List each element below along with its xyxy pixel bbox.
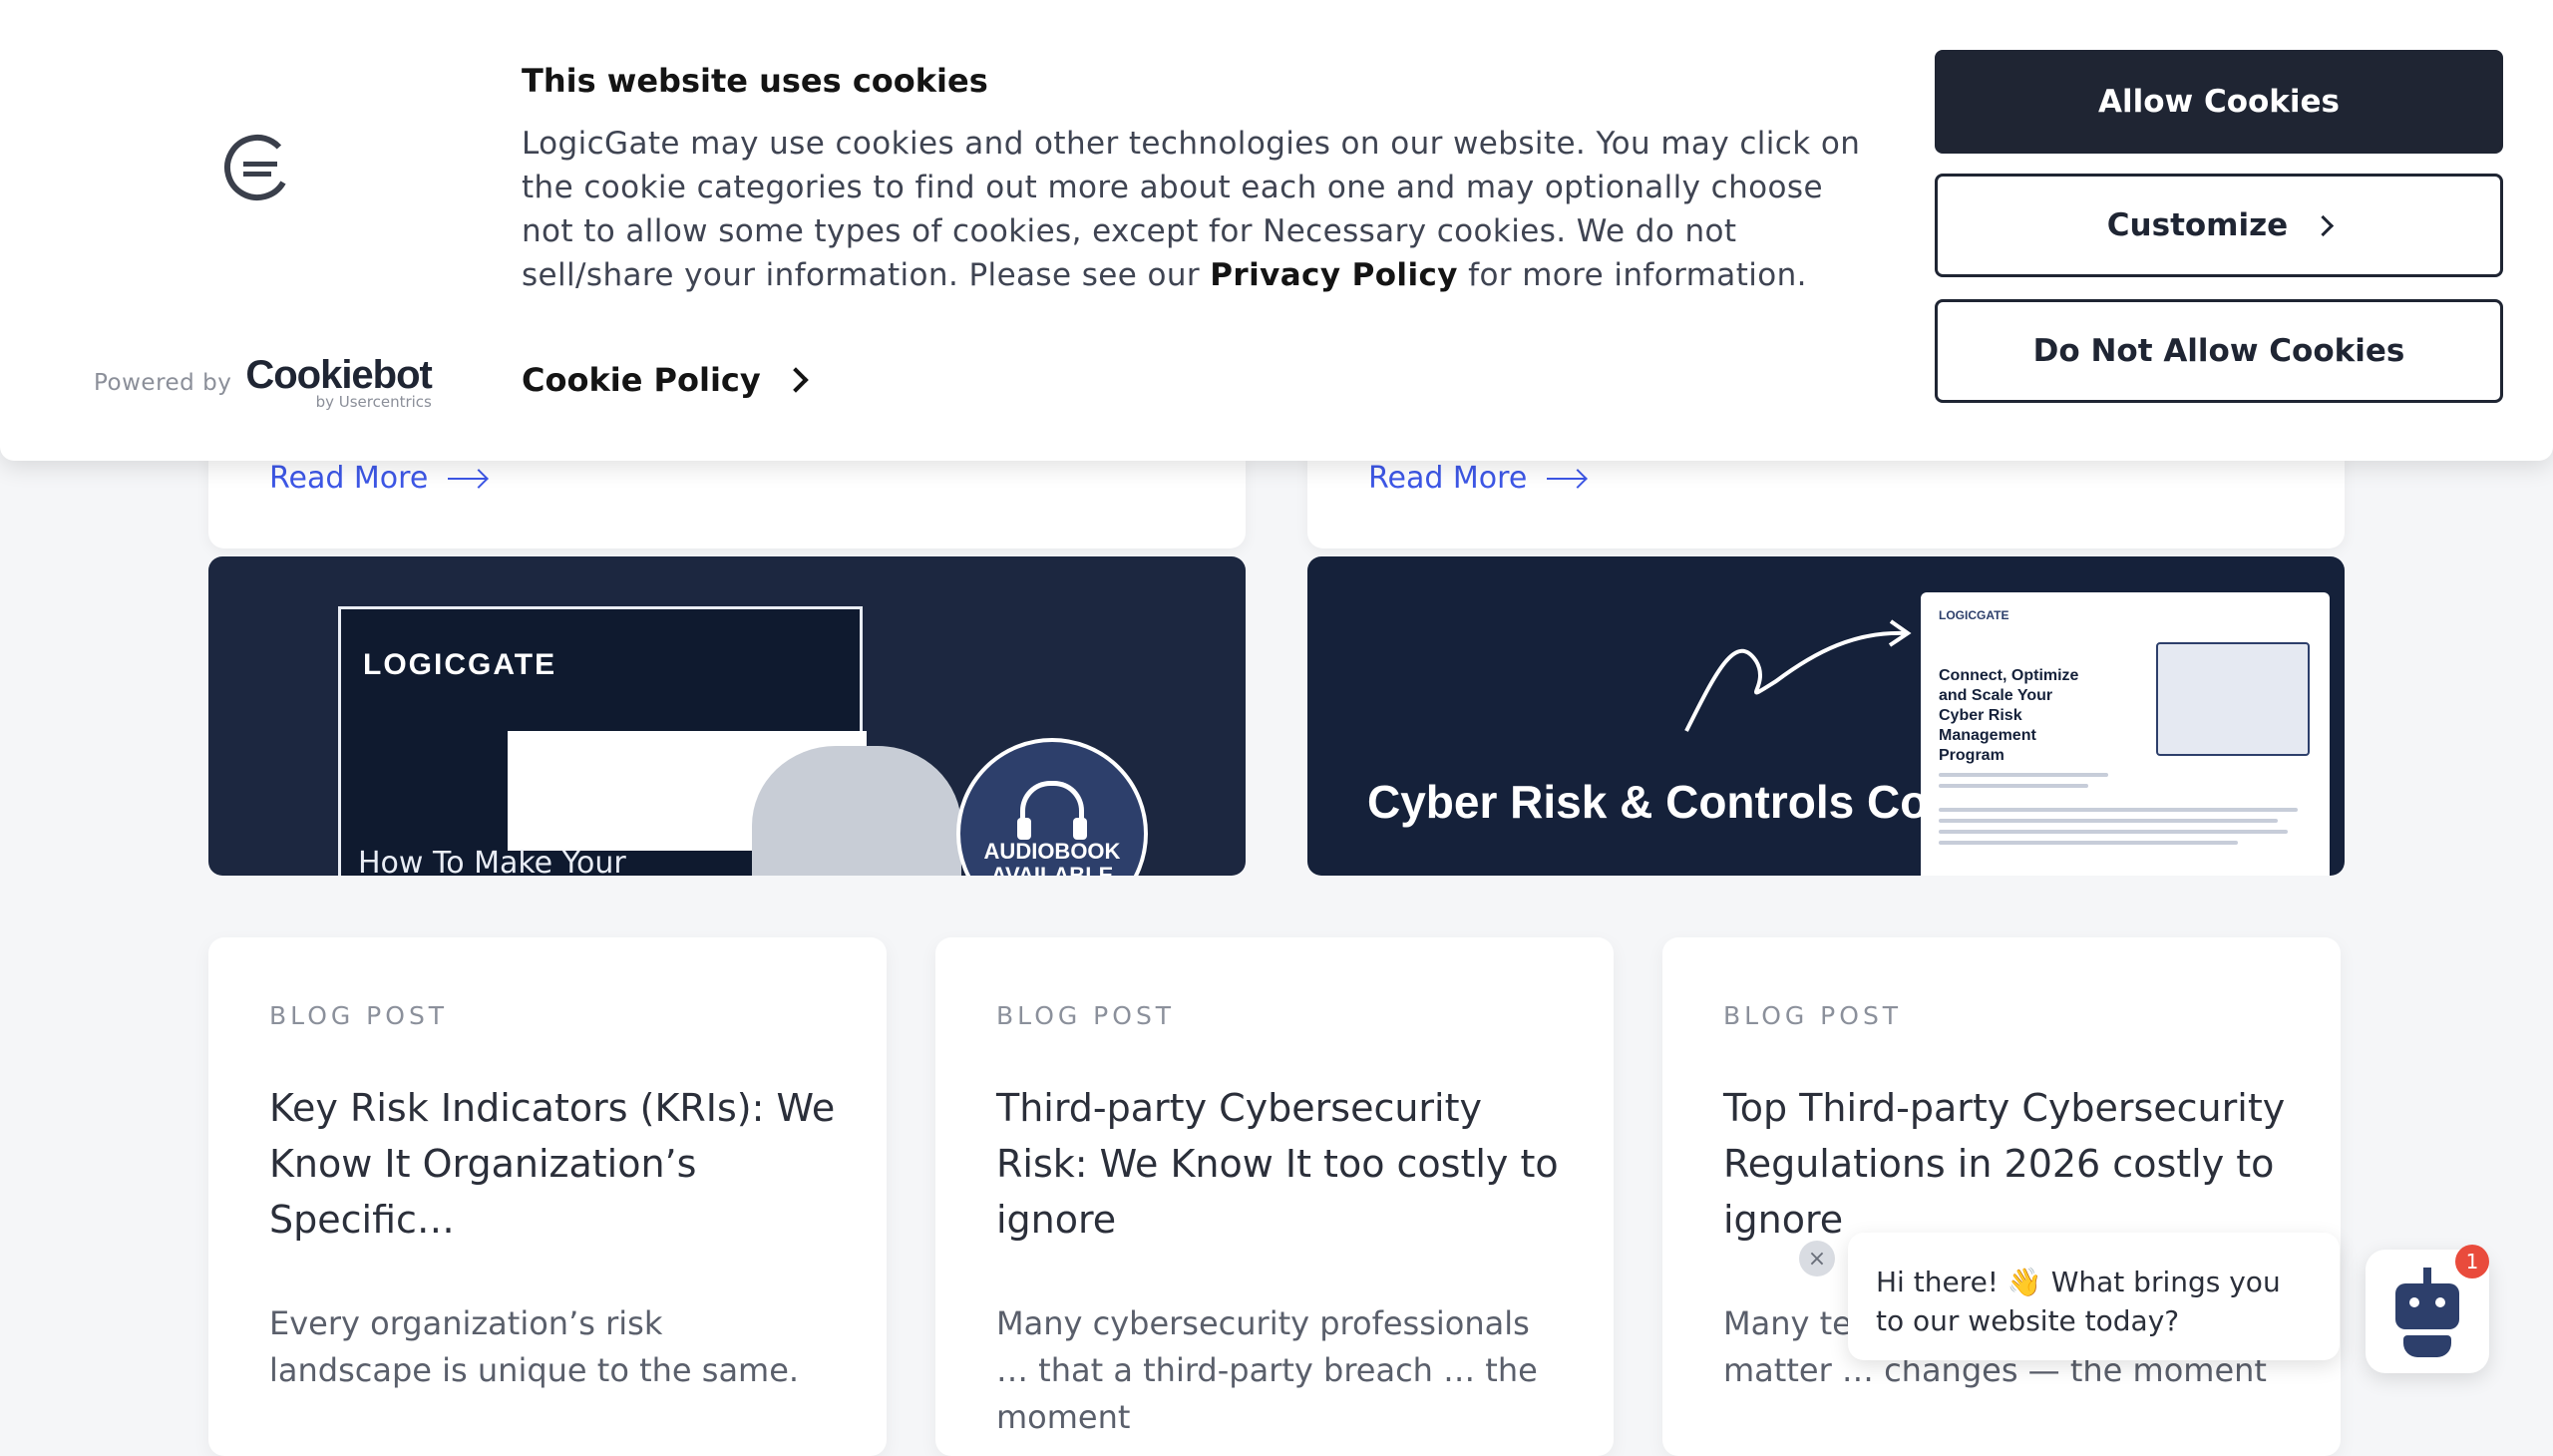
read-more-link[interactable]: Read More	[269, 461, 487, 496]
audiobook-badge: AUDIOBOOK AVAILABLE	[956, 738, 1148, 876]
doc-text-line	[1939, 819, 2278, 823]
card-category: BLOG POST	[1723, 1001, 1903, 1030]
audiobook-promo-banner[interactable]: LOGICGATE How To Make Your AUDIOBOOK AVA…	[208, 556, 1246, 876]
powered-by-cookiebot[interactable]: Powered by Cookiebot by Usercentrics	[94, 353, 433, 411]
headphones-icon	[1017, 780, 1087, 840]
doc-text-line	[1939, 830, 2288, 834]
read-more-label: Read More	[269, 461, 429, 496]
allow-cookies-button[interactable]: Allow Cookies	[1935, 50, 2503, 154]
doc-screenshot	[2156, 642, 2310, 756]
doc-text-line	[1939, 808, 2298, 812]
unread-count-badge: 1	[2455, 1245, 2489, 1278]
chatbot-icon	[2395, 1283, 2459, 1329]
read-more-label: Read More	[1368, 461, 1528, 496]
cookie-banner-description: LogicGate may use cookies and other tech…	[522, 122, 1878, 297]
blog-card[interactable]: BLOG POST Key Risk Indicators (KRIs): We…	[208, 937, 887, 1456]
card-title[interactable]: Top Third-party Cybersecurity Regulation…	[1723, 1080, 2302, 1248]
customize-button-label: Customize	[2106, 207, 2289, 243]
audiobook-badge-label: AUDIOBOOK AVAILABLE	[983, 838, 1121, 876]
card-title[interactable]: Key Risk Indicators (KRIs): We Know It O…	[269, 1080, 848, 1248]
arrow-right-icon	[1547, 477, 1586, 480]
customize-button[interactable]: Customize	[1935, 174, 2503, 277]
blog-card[interactable]: BLOG POST Top Third-party Cybersecurity …	[1662, 937, 2341, 1456]
arrow-right-icon	[448, 477, 487, 480]
chat-greeting-bubble[interactable]: Hi there! 👋 What brings you to our websi…	[1848, 1233, 2340, 1360]
privacy-policy-link[interactable]: Privacy Policy	[1210, 257, 1458, 293]
cookie-policy-link[interactable]: Cookie Policy	[522, 361, 809, 399]
chevron-right-icon	[783, 367, 809, 393]
card-title[interactable]: Third-party Cybersecurity Risk: We Know …	[996, 1080, 1575, 1248]
doc-text-line	[1939, 773, 2108, 777]
doc-text-line	[1939, 841, 2238, 845]
doc-heading: Connect, Optimize and Scale Your Cyber R…	[1939, 667, 2079, 764]
card-excerpt: Every organization’s risk landscape is u…	[269, 1304, 800, 1389]
bot-antenna	[2423, 1268, 2431, 1283]
author-photo	[752, 746, 961, 876]
blog-card[interactable]: BLOG POST Third-party Cybersecurity Risk…	[935, 937, 1614, 1456]
card-excerpt: Many cybersecurity professionals … that …	[996, 1304, 1538, 1436]
chatbot-body	[2403, 1335, 2451, 1357]
cyber-risk-promo-banner[interactable]: Cyber Risk & Controls Compliance Solutio…	[1307, 556, 2345, 876]
book-title: How To Make Your	[358, 846, 626, 876]
logicgate-logo-icon	[224, 135, 290, 200]
cookie-description-tail: for more information.	[1457, 257, 1807, 293]
cookie-consent-banner: This website uses cookies LogicGate may …	[0, 0, 2553, 461]
cookie-policy-label: Cookie Policy	[522, 361, 761, 399]
doc-text-line	[1939, 784, 2088, 788]
chat-close-button[interactable]: ×	[1799, 1241, 1835, 1276]
cookiebot-byline: by Usercentrics	[315, 393, 432, 411]
powered-by-label: Powered by	[94, 370, 232, 396]
book-brand-logo: LOGICGATE	[363, 648, 557, 681]
card-category: BLOG POST	[269, 1001, 449, 1030]
solution-brief-preview: LOGICGATE Connect, Optimize and Scale Yo…	[1921, 592, 2330, 876]
cookiebot-logo: Cookiebot by Usercentrics	[245, 353, 433, 411]
card-category: BLOG POST	[996, 1001, 1176, 1030]
deny-cookies-button[interactable]: Do Not Allow Cookies	[1935, 299, 2503, 403]
cookie-banner-title: This website uses cookies	[522, 62, 988, 100]
chevron-right-icon	[2313, 214, 2335, 236]
read-more-link[interactable]: Read More	[1368, 461, 1586, 496]
chat-greeting-text: Hi there! 👋 What brings you to our websi…	[1876, 1266, 2281, 1337]
cookiebot-wordmark: Cookiebot	[245, 353, 433, 397]
swoosh-arrow-icon	[1684, 619, 1912, 732]
doc-brand: LOGICGATE	[1939, 608, 2009, 622]
